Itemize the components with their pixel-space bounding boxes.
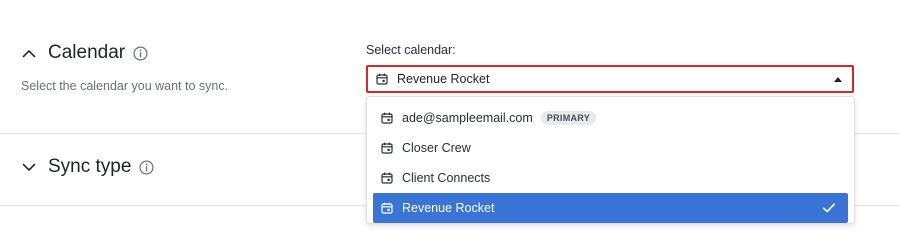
select-calendar-label: Select calendar: xyxy=(366,43,456,57)
caret-up-icon[interactable] xyxy=(834,77,842,82)
calendar-section-title: Calendar xyxy=(48,42,126,63)
calendar-section-description: Select the calendar you want to sync. xyxy=(21,79,229,93)
calendar-icon xyxy=(376,73,388,85)
calendar-option[interactable]: ade@sampleemail.com PRIMARY xyxy=(373,103,848,133)
calendar-icon xyxy=(381,202,393,214)
calendar-select[interactable]: Revenue Rocket xyxy=(366,65,854,93)
calendar-option[interactable]: Closer Crew xyxy=(373,133,848,163)
calendar-option[interactable]: Client Connects xyxy=(373,163,848,193)
calendar-icon xyxy=(381,112,393,124)
calendar-icon xyxy=(381,172,393,184)
calendar-select-value: Revenue Rocket xyxy=(397,72,490,86)
calendar-dropdown-menu: ade@sampleemail.com PRIMARY Closer Crew … xyxy=(366,96,855,224)
chevron-up-icon[interactable] xyxy=(21,45,37,61)
calendar-section-header[interactable]: Calendar xyxy=(21,42,148,64)
info-icon[interactable] xyxy=(139,159,154,175)
calendar-option-label: Client Connects xyxy=(402,171,491,185)
chevron-down-icon[interactable] xyxy=(21,159,37,175)
calendar-icon xyxy=(381,142,393,154)
calendar-option-selected[interactable]: Revenue Rocket xyxy=(373,193,848,223)
primary-badge: PRIMARY xyxy=(540,111,597,125)
checkmark-icon xyxy=(822,202,836,214)
info-icon[interactable] xyxy=(133,45,148,61)
sync-type-section-title: Sync type xyxy=(48,156,132,177)
calendar-option-label: ade@sampleemail.com xyxy=(402,111,533,125)
sync-type-section-header[interactable]: Sync type xyxy=(21,156,154,178)
calendar-option-label: Closer Crew xyxy=(402,141,471,155)
calendar-option-label: Revenue Rocket xyxy=(402,201,495,215)
